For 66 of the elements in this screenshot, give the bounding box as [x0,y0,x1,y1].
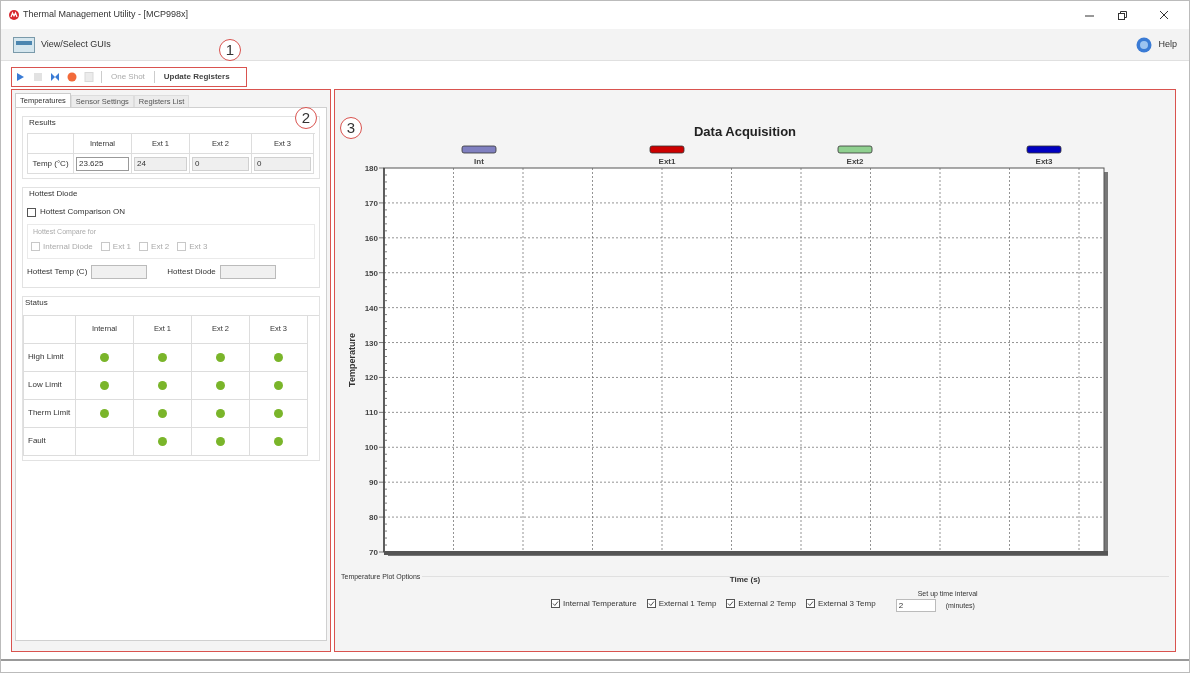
checkbox-label: External 1 Temp [658,597,717,610]
gui-window-icon[interactable] [13,36,35,53]
hottest-temp-field [91,264,148,279]
checkbox-label: External 3 Temp [818,597,876,610]
axis-title: Time (s) [729,575,761,584]
checkbox-label: Ext 3 [189,240,208,253]
group-title: Hottest Diode [28,188,79,200]
legend-swatch [837,145,873,154]
close-icon[interactable] [1159,10,1169,20]
checkbox-label: Ext 2 [151,240,170,253]
checkbox[interactable] [27,207,36,217]
legend-label: Ext3 [1035,157,1053,166]
tick-label: 160 [364,233,378,243]
checkbox-label: External 2 Temp [738,597,796,610]
tick-label: 180 [364,164,378,173]
record-icon[interactable] [67,72,77,82]
legend-label: Ext1 [658,157,676,166]
window-title: Thermal Management Utility - [MCP998x] [23,8,189,22]
row-label: Therm Limit [28,407,71,419]
help-icon[interactable] [1136,36,1153,53]
checkbox-label: Internal Temperature [563,597,637,610]
tick-label: 100 [364,443,378,453]
checkbox-label: Ext 1 [112,240,132,253]
tick-label: 140 [364,303,378,313]
restore-icon[interactable] [1118,10,1127,20]
checkbox-label: Internal Diode [43,240,93,253]
checkbox-label: Hottest Comparison ON [40,206,125,218]
temperature-field: 24 [134,156,187,171]
help-menu[interactable]: Help [1158,37,1177,52]
chart-title: Data Acquisition [693,124,797,139]
checked-checkbox[interactable] [646,599,656,608]
hottest-diode-field [219,264,276,279]
tick-label: 170 [364,198,378,208]
temperature-field: 0 [192,156,249,171]
interval-field[interactable]: 2 [895,599,936,613]
toolbar-button[interactable]: Update Registers [161,71,232,83]
group-title: Status [24,296,49,309]
tick-label: 110 [365,408,378,418]
checked-checkbox[interactable] [806,599,815,608]
field-label: Hottest Temp (C) [27,265,88,278]
tick-label: 150 [364,268,378,278]
legend-swatch [649,145,685,154]
legend-swatch [461,145,497,154]
row-label: Temp (°C) [32,157,69,170]
checked-checkbox[interactable] [551,599,560,608]
step-icon[interactable] [50,72,60,82]
group-title: Results [28,117,57,129]
axis-title: Temperature [347,333,357,387]
legend-label: Int [474,157,484,166]
legend-label: Ext2 [846,157,864,166]
legend-swatch [1026,145,1062,154]
view-select-menu[interactable]: View/Select GUIs [41,37,111,52]
checked-checkbox[interactable] [726,599,736,608]
row-label: Low Limit [28,379,62,391]
app-logo-icon [9,10,19,20]
tick-label: 80 [369,513,378,523]
row-label: High Limit [28,351,64,363]
tick-label: 70 [369,548,378,557]
temperature-field: 0 [254,156,311,171]
tick-label: 130 [364,338,378,348]
tick-label: 120 [364,373,378,383]
field-label: Hottest Diode [167,265,216,278]
row-label: Fault [28,435,46,447]
tick-label: 90 [369,478,378,488]
temperature-field: 23.625 [76,156,129,171]
play-icon[interactable] [16,72,26,82]
